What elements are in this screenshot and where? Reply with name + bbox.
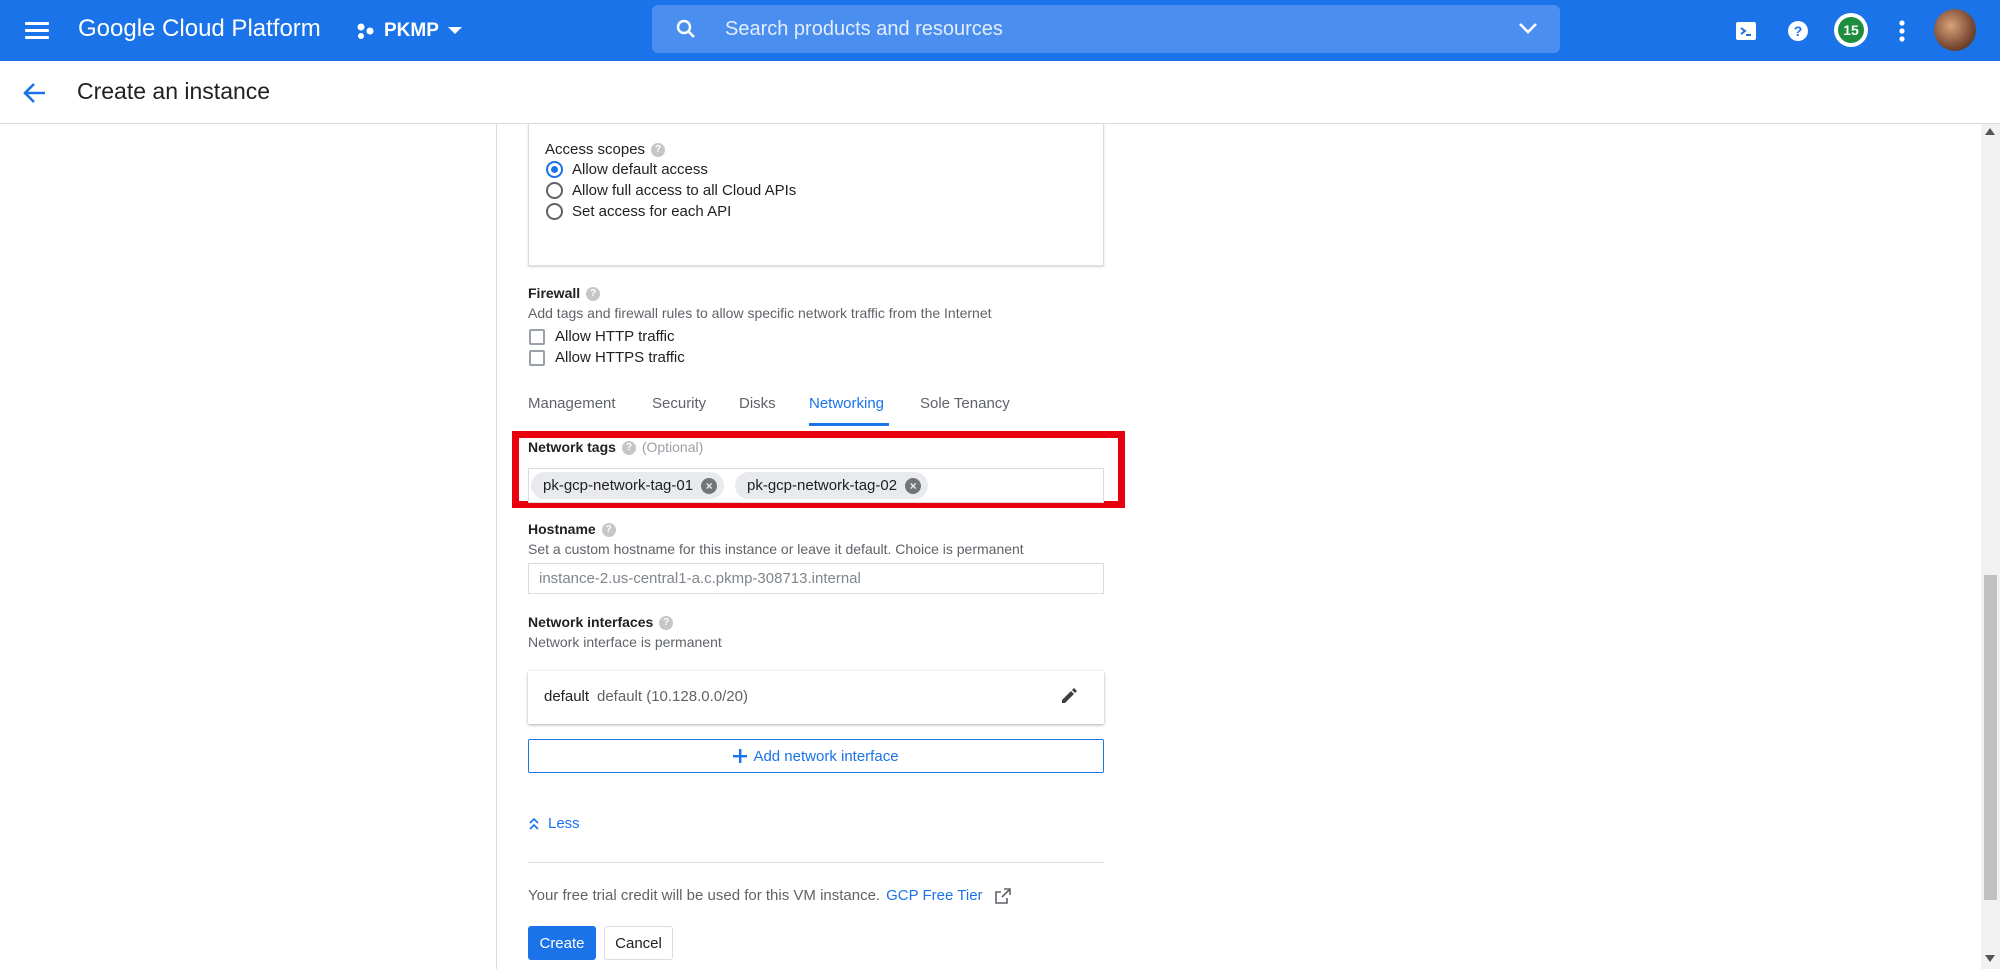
help-icon[interactable]: ? (601, 523, 616, 538)
back-arrow-icon[interactable] (14, 75, 54, 111)
chevron-down-icon[interactable] (1518, 22, 1538, 36)
network-tags-text: Network tags (528, 439, 616, 455)
hostname-text: Hostname (528, 521, 596, 537)
network-tags-label: Network tags? (Optional) (528, 439, 704, 456)
less-toggle[interactable]: Less (528, 815, 580, 832)
interface-detail: default (10.128.0.0/20) (597, 688, 748, 705)
radio-label: Set access for each API (572, 203, 732, 220)
chevron-down-icon (447, 27, 462, 34)
app-title[interactable]: Google Cloud Platform (78, 15, 321, 43)
network-interfaces-text: Network interfaces (528, 614, 654, 630)
scroll-down-arrow-icon[interactable] (1985, 955, 1995, 962)
scrollbar-thumb[interactable] (1984, 575, 1997, 900)
network-tags-input[interactable]: pk-gcp-network-tag-01 × pk-gcp-network-t… (528, 468, 1104, 503)
gcp-free-tier-link[interactable]: GCP Free Tier (886, 887, 982, 904)
page-header (0, 61, 2000, 124)
help-icon[interactable]: ? (586, 287, 601, 302)
add-network-interface-label: Add network interface (753, 747, 899, 765)
open-in-new-icon[interactable] (994, 887, 1011, 904)
project-selector[interactable]: PKMP (356, 12, 463, 50)
checkbox-label: Allow HTTP traffic (555, 328, 675, 345)
remove-tag-icon[interactable]: × (905, 478, 922, 494)
radio-full-access[interactable] (546, 182, 563, 199)
tag-chip: pk-gcp-network-tag-01 × (531, 472, 725, 499)
https-checkbox[interactable] (529, 350, 545, 366)
notifications-badge[interactable]: 15 (1834, 13, 1868, 47)
optional-label: (Optional) (641, 439, 704, 455)
help-icon[interactable]: ? (1780, 13, 1816, 49)
chevron-up-icon (529, 817, 539, 830)
hostname-input[interactable]: instance-2.us-central1-a.c.pkmp-308713.i… (528, 563, 1104, 594)
help-icon[interactable]: ? (659, 616, 674, 631)
tag-chip: pk-gcp-network-tag-02 × (735, 472, 929, 499)
free-trial-text: Your free trial credit will be used for … (528, 887, 881, 904)
divider (528, 862, 1104, 863)
more-vert-icon[interactable] (1884, 13, 1920, 49)
main-menu-icon[interactable] (20, 14, 54, 48)
plus-icon (733, 749, 748, 763)
help-icon[interactable]: ? (621, 441, 636, 456)
network-interface-card[interactable]: default default (10.128.0.0/20) (528, 671, 1104, 724)
access-scopes-label: Access scopes? (545, 141, 666, 158)
firewall-label: Firewall? (528, 285, 601, 302)
active-tab-indicator (809, 423, 889, 426)
network-interfaces-label: Network interfaces? (528, 614, 674, 631)
access-scopes-text: Access scopes (545, 141, 646, 158)
project-name: PKMP (384, 20, 439, 41)
radio-default-access[interactable] (546, 161, 563, 178)
project-dots-icon (357, 23, 374, 39)
svg-text:?: ? (1794, 23, 1803, 39)
help-icon[interactable]: ? (651, 143, 666, 158)
scroll-up-arrow-icon[interactable] (1985, 128, 1995, 135)
tab-networking[interactable]: Networking (809, 395, 884, 412)
content-divider (496, 124, 497, 969)
firewall-description: Add tags and firewall rules to allow spe… (528, 305, 992, 321)
hostname-description: Set a custom hostname for this instance … (528, 541, 1024, 557)
http-checkbox[interactable] (529, 329, 545, 345)
cloud-shell-icon[interactable] (1728, 13, 1764, 49)
search-bar[interactable]: Search products and resources (652, 5, 1560, 53)
network-interfaces-description: Network interface is permanent (528, 634, 722, 650)
hostname-label: Hostname? (528, 521, 616, 538)
cancel-button[interactable]: Cancel (604, 926, 673, 960)
less-label: Less (548, 815, 580, 832)
firewall-text: Firewall (528, 285, 581, 301)
tab-disks[interactable]: Disks (739, 395, 776, 412)
search-placeholder: Search products and resources (725, 18, 1003, 40)
add-network-interface-button[interactable]: Add network interface (528, 739, 1104, 773)
tag-chip-label: pk-gcp-network-tag-02 (747, 477, 898, 494)
create-button[interactable]: Create (528, 926, 596, 960)
edit-pencil-icon[interactable] (1060, 687, 1078, 705)
tab-management[interactable]: Management (528, 395, 616, 412)
notification-count: 15 (1838, 17, 1864, 43)
tab-sole-tenancy[interactable]: Sole Tenancy (920, 395, 1010, 412)
remove-tag-icon[interactable]: × (701, 478, 718, 494)
tag-chip-label: pk-gcp-network-tag-01 (543, 477, 694, 494)
search-icon (676, 19, 695, 38)
tab-security[interactable]: Security (652, 395, 706, 412)
radio-label: Allow default access (572, 161, 708, 178)
avatar[interactable] (1934, 9, 1976, 51)
interface-name: default (544, 688, 590, 705)
radio-label: Allow full access to all Cloud APIs (572, 182, 797, 199)
checkbox-label: Allow HTTPS traffic (555, 349, 685, 366)
free-trial-notice: Your free trial credit will be used for … (528, 887, 1011, 904)
page-title: Create an instance (77, 78, 271, 104)
radio-each-api[interactable] (546, 203, 563, 220)
